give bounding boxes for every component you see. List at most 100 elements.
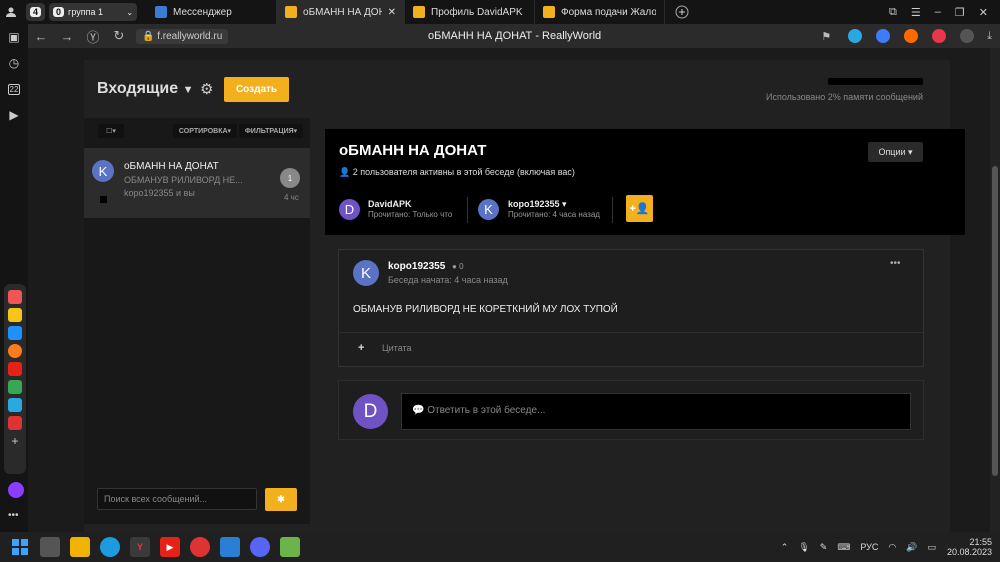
search-settings-button[interactable]: ✱ xyxy=(265,488,297,511)
windows-start-icon[interactable] xyxy=(10,537,30,557)
avatar: D xyxy=(353,394,388,429)
maximize-icon[interactable]: ❐ xyxy=(955,6,965,19)
tab-messenger[interactable]: Мессенджер xyxy=(147,0,278,24)
extension-icon-1[interactable] xyxy=(848,29,863,43)
clock[interactable]: 21:55 20.08.2023 xyxy=(947,537,992,557)
music-icon[interactable] xyxy=(932,29,947,43)
store-icon[interactable] xyxy=(220,537,240,557)
yandex-icon[interactable]: Ⓨ xyxy=(80,27,106,46)
minecraft-icon[interactable] xyxy=(280,537,300,557)
discord-icon[interactable] xyxy=(250,537,270,557)
app-icon-1[interactable] xyxy=(8,290,22,304)
extension-icon-2[interactable] xyxy=(876,29,891,43)
battery-icon[interactable]: ▭ xyxy=(927,542,936,553)
add-app-icon[interactable]: + xyxy=(8,434,22,448)
page-scrollbar[interactable] xyxy=(990,48,1000,532)
memory-usage-text: Использовано 2% памяти сообщений xyxy=(766,92,923,102)
search-input[interactable]: Поиск всех сообщений... xyxy=(97,488,257,510)
app-icon-4[interactable] xyxy=(8,344,22,358)
back-icon[interactable]: ← xyxy=(28,29,54,44)
menu-icon[interactable]: ☰ xyxy=(911,6,921,19)
extension-icon-5[interactable] xyxy=(960,29,975,43)
wifi-icon[interactable]: ◠ xyxy=(888,542,896,553)
gear-icon[interactable]: ⚙ xyxy=(200,80,213,98)
calendar-icon[interactable]: 22 xyxy=(0,76,28,102)
bookmark-icon[interactable]: ⚑ xyxy=(821,30,831,43)
site-favicon-icon xyxy=(285,6,298,18)
more-icon[interactable]: ••• xyxy=(8,510,19,521)
options-button[interactable]: Опции ▾ xyxy=(868,142,923,162)
divider xyxy=(339,332,923,333)
profile-icon[interactable] xyxy=(0,1,22,23)
tab-complaint-form[interactable]: Форма подачи Жалобы н xyxy=(535,0,666,24)
url-field[interactable]: 🔒 f.reallyworld.ru xyxy=(136,28,229,44)
site-favicon-icon xyxy=(413,6,426,18)
plus-icon[interactable]: + xyxy=(358,342,364,354)
filter-dropdown[interactable]: ФИЛЬТРАЦИЯ ▾ xyxy=(239,124,303,138)
reply-input[interactable]: 💬 Ответить в этой беседе... xyxy=(401,393,911,430)
participant-name[interactable]: kopo192355 ▾ xyxy=(508,199,567,210)
more-options-icon[interactable]: ••• xyxy=(890,258,901,269)
tab-group-1[interactable]: 0 группа 1 ⌄ xyxy=(49,3,138,21)
tab-profile[interactable]: Профиль DavidAPK xyxy=(405,0,536,24)
reload-icon[interactable]: ↻ xyxy=(106,28,132,44)
app-icon-3[interactable] xyxy=(8,326,22,340)
edge-icon[interactable] xyxy=(100,537,120,557)
invite-user-button[interactable]: +👤 xyxy=(626,195,653,222)
quote-button[interactable]: Цитата xyxy=(382,343,412,353)
tab-label: Мессенджер xyxy=(173,6,232,18)
sort-dropdown[interactable]: СОРТИРОВКА ▾ xyxy=(173,124,237,138)
file-explorer-icon[interactable] xyxy=(70,537,90,557)
play-icon[interactable]: ▶ xyxy=(0,102,28,128)
alice-icon[interactable] xyxy=(8,482,24,498)
new-tab-button[interactable] xyxy=(671,1,693,23)
avatar[interactable]: K xyxy=(478,199,499,220)
close-icon[interactable]: ✕ xyxy=(388,7,396,18)
message-author[interactable]: kopo192355 ● 0 xyxy=(388,261,464,272)
keyboard-icon[interactable]: ⌨ xyxy=(837,542,850,553)
microphone-icon[interactable]: 🎙 xyxy=(798,542,809,553)
page-title: оБМАНН НА ДОНАТ - ReallyWorld xyxy=(428,30,602,42)
clock-time: 21:55 xyxy=(969,537,992,547)
tab-group-badge: 0 xyxy=(53,7,65,17)
youtube-icon[interactable]: ▶ xyxy=(160,537,180,557)
collections-icon[interactable]: ▣ xyxy=(0,24,28,50)
skype-icon[interactable] xyxy=(8,398,22,412)
pen-icon[interactable]: ✎ xyxy=(820,542,828,553)
tab-group-chip[interactable]: 4 xyxy=(26,3,46,21)
volume-icon[interactable]: 🔊 xyxy=(906,542,917,553)
chevron-up-icon[interactable]: ⌃ xyxy=(781,542,789,553)
history-icon[interactable]: ◷ xyxy=(0,50,28,76)
forward-icon[interactable]: → xyxy=(54,29,80,44)
translate-icon[interactable] xyxy=(8,416,22,430)
copy-icon[interactable]: ⧉ xyxy=(889,6,897,19)
minimize-icon[interactable]: – xyxy=(935,6,941,19)
tab-active-conversation[interactable]: оБМАНН НА ДОНАТ - F ✕ xyxy=(277,0,406,24)
download-icon[interactable]: ⤓ xyxy=(987,30,992,43)
language-indicator[interactable]: РУС xyxy=(860,542,878,552)
app-icon-2[interactable] xyxy=(8,308,22,322)
inbox-header[interactable]: Входящие ▼ xyxy=(97,80,193,98)
youtube-icon[interactable] xyxy=(8,362,22,376)
memory-usage-bar xyxy=(828,78,923,85)
address-bar: ← → Ⓨ ↻ 🔒 f.reallyworld.ru оБМАНН НА ДОН… xyxy=(28,24,1000,48)
task-view-icon[interactable] xyxy=(40,537,60,557)
message-card: K kopo192355 ● 0 Беседа начата: 4 часа н… xyxy=(338,249,924,367)
participant-status: Прочитано: 4 часа назад xyxy=(508,210,600,219)
item-checkbox[interactable] xyxy=(100,196,107,203)
avatar[interactable]: D xyxy=(339,199,360,220)
create-button[interactable]: Создать xyxy=(224,77,289,102)
avatar[interactable]: K xyxy=(353,260,379,286)
app-icon[interactable] xyxy=(190,537,210,557)
gear-icon: ✱ xyxy=(277,494,285,504)
gmail-icon[interactable] xyxy=(8,380,22,394)
extension-icon-3[interactable] xyxy=(904,29,919,43)
close-window-icon[interactable]: ✕ xyxy=(979,6,988,19)
participant-name[interactable]: DavidAPK xyxy=(368,199,412,209)
message-text: ОБМАНУВ РИЛИВОРД НЕ КОРЕТКНИЙ МУ ЛОХ ТУП… xyxy=(353,304,618,315)
select-all-checkbox[interactable]: ☐▾ xyxy=(98,124,124,138)
yandex-browser-icon[interactable]: Y xyxy=(130,537,150,557)
conversation-item[interactable]: K оБМАНН НА ДОНАТ ОБМАНУВ РИЛИВОРД НЕ...… xyxy=(84,148,310,218)
user-icon: 👤 xyxy=(339,167,351,177)
reputation-badge: ● 0 xyxy=(452,262,464,271)
